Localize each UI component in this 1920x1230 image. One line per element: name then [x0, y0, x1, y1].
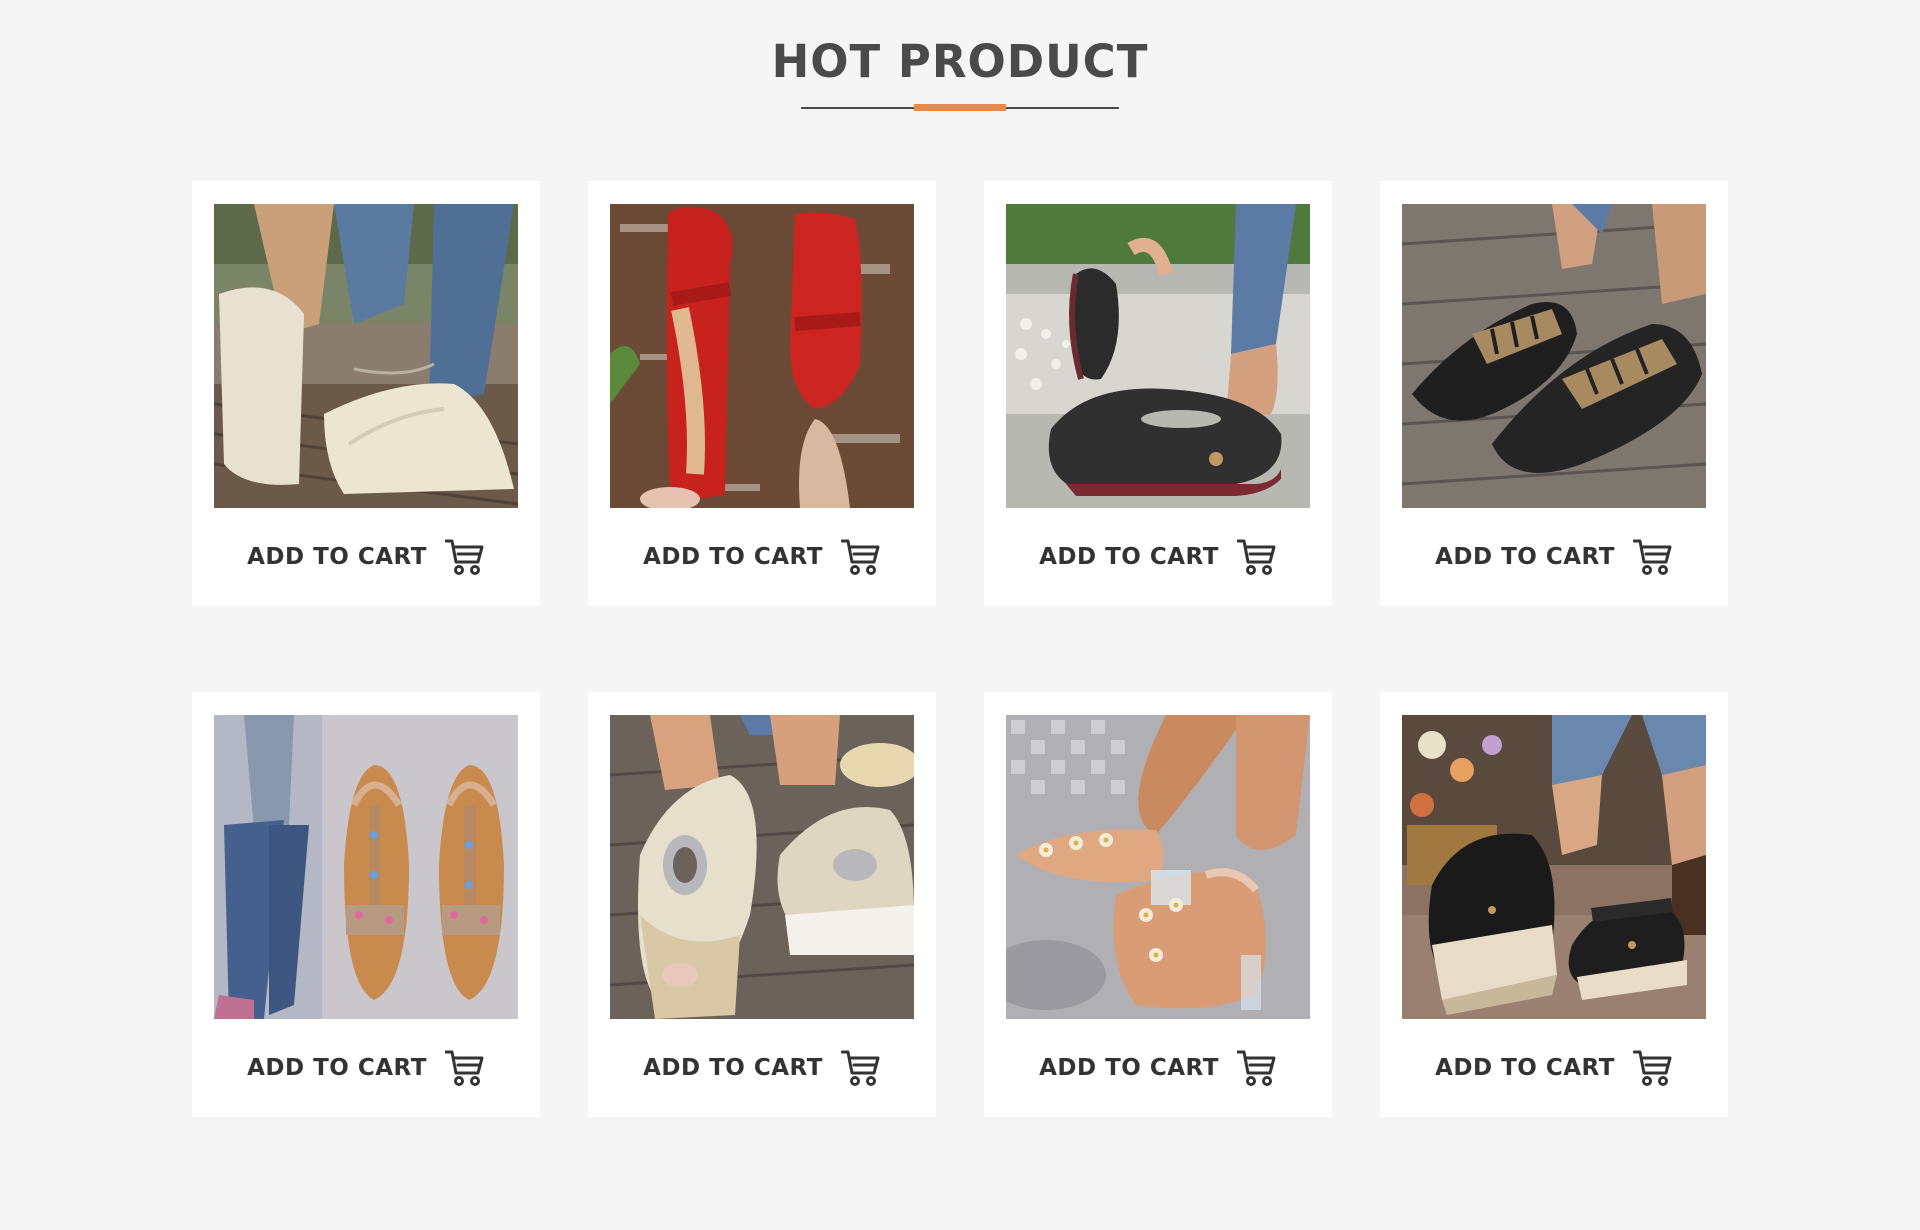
shopping-cart-icon	[840, 1049, 881, 1087]
shopping-cart-icon	[444, 538, 485, 576]
product-card: ADD TO CART	[1380, 692, 1728, 1117]
add-to-cart-button[interactable]: ADD TO CART	[214, 1019, 518, 1117]
add-to-cart-label: ADD TO CART	[247, 1055, 427, 1081]
product-image[interactable]	[214, 204, 518, 508]
product-image[interactable]	[1402, 715, 1706, 1019]
product-card: ADD TO CART	[192, 692, 540, 1117]
section-title: HOT PRODUCT	[771, 35, 1149, 88]
add-to-cart-button[interactable]: ADD TO CART	[1402, 1019, 1706, 1117]
section-header: HOT PRODUCT	[0, 34, 1920, 111]
shopping-cart-icon	[1236, 1049, 1277, 1087]
add-to-cart-button[interactable]: ADD TO CART	[1402, 508, 1706, 606]
add-to-cart-label: ADD TO CART	[1039, 544, 1219, 570]
add-to-cart-label: ADD TO CART	[1435, 544, 1615, 570]
product-photo-wedge-sandals	[610, 715, 914, 1019]
product-image[interactable]	[610, 715, 914, 1019]
product-image[interactable]	[214, 715, 518, 1019]
product-card: ADD TO CART	[588, 181, 936, 606]
product-image[interactable]	[1006, 204, 1310, 508]
product-photo-black-flat	[1006, 204, 1310, 508]
add-to-cart-label: ADD TO CART	[1435, 1055, 1615, 1081]
shopping-cart-icon	[1236, 538, 1277, 576]
add-to-cart-button[interactable]: ADD TO CART	[1006, 1019, 1310, 1117]
product-photo-floral-sandals	[1006, 715, 1310, 1019]
add-to-cart-label: ADD TO CART	[1039, 1055, 1219, 1081]
shopping-cart-icon	[1632, 538, 1673, 576]
add-to-cart-button[interactable]: ADD TO CART	[610, 508, 914, 606]
add-to-cart-button[interactable]: ADD TO CART	[610, 1019, 914, 1117]
title-underline-accent	[914, 104, 1006, 111]
add-to-cart-button[interactable]: ADD TO CART	[1006, 508, 1310, 606]
product-photo-red-flats	[610, 204, 914, 508]
add-to-cart-label: ADD TO CART	[643, 544, 823, 570]
add-to-cart-label: ADD TO CART	[643, 1055, 823, 1081]
product-image[interactable]	[1006, 715, 1310, 1019]
product-photo-black-strap-flats	[1402, 204, 1706, 508]
product-photo-jeweled-sandals	[214, 715, 518, 1019]
product-photo-cream-loafer	[214, 204, 518, 508]
shopping-cart-icon	[444, 1049, 485, 1087]
product-photo-espadrille-wedges	[1402, 715, 1706, 1019]
product-grid: ADD TO CART ADD TO CART ADD TO CART ADD …	[192, 181, 1729, 1117]
add-to-cart-button[interactable]: ADD TO CART	[214, 508, 518, 606]
product-image[interactable]	[610, 204, 914, 508]
product-card: ADD TO CART	[192, 181, 540, 606]
product-card: ADD TO CART	[984, 181, 1332, 606]
product-image[interactable]	[1402, 204, 1706, 508]
add-to-cart-label: ADD TO CART	[247, 544, 427, 570]
product-card: ADD TO CART	[1380, 181, 1728, 606]
shopping-cart-icon	[840, 538, 881, 576]
title-underline	[801, 104, 1119, 111]
shopping-cart-icon	[1632, 1049, 1673, 1087]
product-card: ADD TO CART	[984, 692, 1332, 1117]
product-card: ADD TO CART	[588, 692, 936, 1117]
